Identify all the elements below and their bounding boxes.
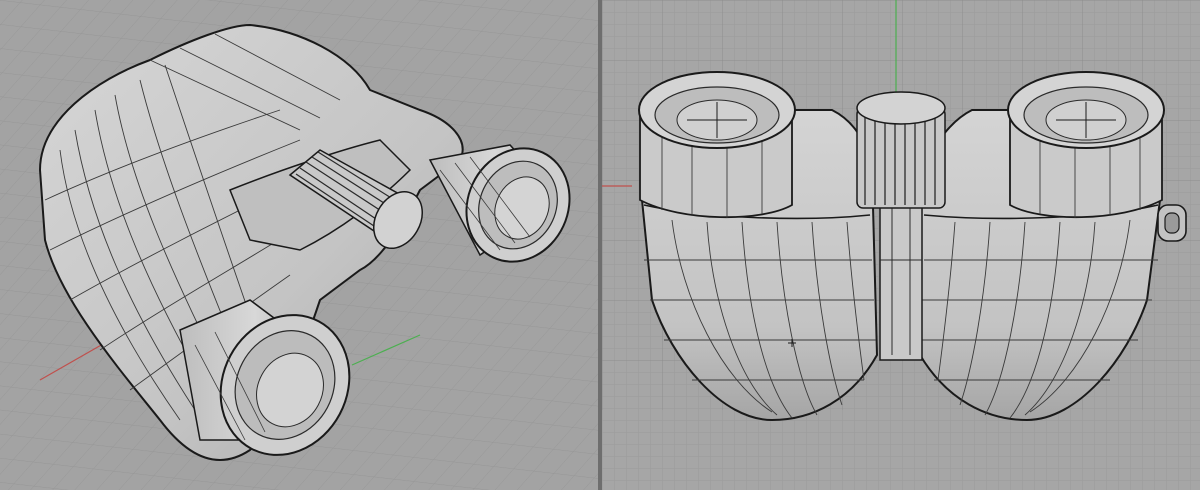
front-viewport[interactable] — [602, 0, 1200, 490]
strap-lug-front — [1157, 204, 1187, 242]
focus-knob-front — [856, 91, 946, 209]
front-scene — [602, 0, 1200, 490]
viewport-layout — [0, 0, 1200, 490]
eyepiece-right-front — [1007, 71, 1165, 219]
perspective-scene — [0, 0, 598, 490]
eyepiece-left-front — [638, 71, 796, 219]
perspective-viewport[interactable] — [0, 0, 598, 490]
